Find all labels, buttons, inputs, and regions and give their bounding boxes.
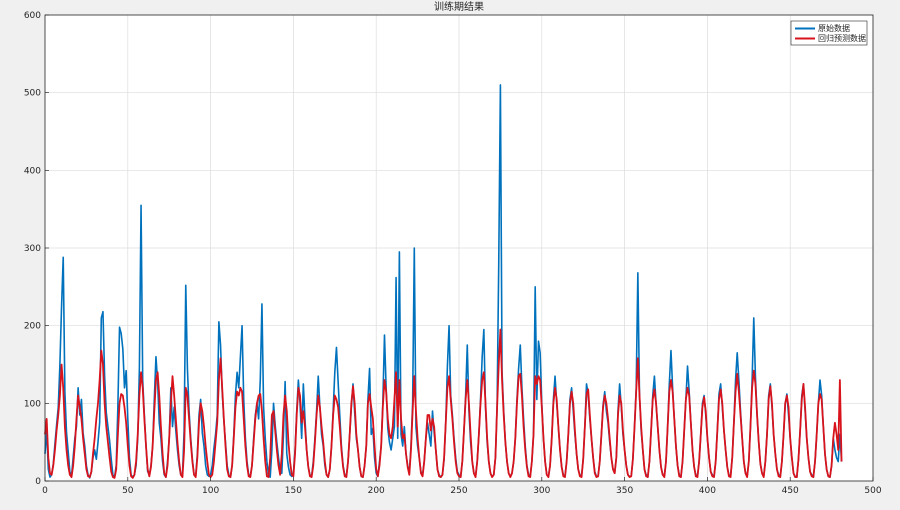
x-tick-label: 300: [533, 486, 550, 496]
x-tick-label: 150: [285, 486, 302, 496]
legend-label-original: 原始数据: [818, 23, 850, 33]
x-tick-label: 100: [202, 486, 219, 496]
x-tick-label: 50: [122, 486, 134, 496]
y-tick-label: 200: [24, 322, 41, 332]
x-tick-label: 400: [699, 486, 716, 496]
y-tick-label: 400: [24, 166, 41, 176]
y-tick-label: 500: [24, 89, 41, 99]
legend-label-predicted: 回归预测数据: [818, 33, 866, 43]
chart-title: 训练期结果: [434, 0, 484, 13]
figure: 0 50 100 150 200 250 300 350 400 450 500 0 100 200 300…: [0, 0, 900, 510]
x-tick-label: 500: [864, 486, 881, 496]
x-tick-label: 450: [782, 486, 799, 496]
x-tick-label: 200: [368, 486, 385, 496]
y-tick-label: 300: [24, 244, 41, 254]
y-tick-label: 100: [24, 399, 41, 409]
x-tick-label: 0: [42, 486, 48, 496]
legend: 原始数据 回归预测数据: [790, 20, 868, 46]
y-tick-label: 0: [35, 477, 41, 487]
y-tick-label: 600: [24, 11, 41, 21]
x-tick-label: 350: [616, 486, 633, 496]
x-tick-label: 250: [450, 486, 467, 496]
